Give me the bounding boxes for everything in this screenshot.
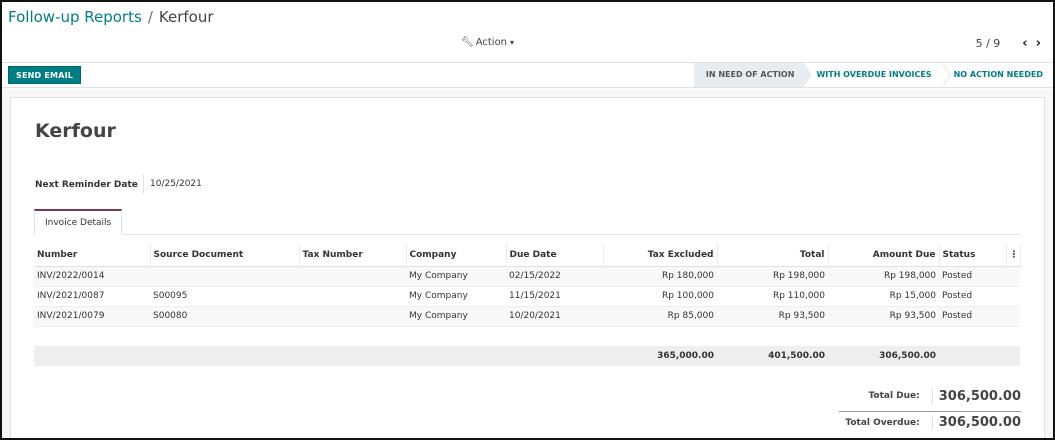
invoice-table: Number Source Document Tax Number Compan…: [34, 244, 1021, 366]
pager: 5 / 9 ‹ ›: [976, 36, 1041, 51]
pager-previous-button[interactable]: ‹: [1022, 36, 1027, 51]
cell-tax-number: [299, 286, 406, 307]
control-panel: Follow-up Reports / Kerfour 🔧︎ Action ▾ 5 / …: [2, 2, 1053, 62]
table-row[interactable]: INV/2021/0087 S00095 My Company 11/15/20…: [34, 286, 1020, 307]
total-due-label: Total Due:: [868, 391, 920, 401]
breadcrumb-parent-link[interactable]: Follow-up Reports: [8, 8, 142, 26]
table-spacer-row: [34, 326, 1020, 346]
cell-total: Rp 110,000: [717, 286, 828, 307]
cell-source-document: [150, 266, 299, 287]
footer-total-sum: 401,500.00: [717, 346, 828, 366]
cell-due-date: 02/15/2022: [506, 266, 603, 287]
cell-amount-due: Rp 15,000: [828, 286, 939, 307]
cell-source-document: S00080: [150, 306, 299, 327]
column-header-total[interactable]: Total: [717, 244, 829, 267]
pager-value[interactable]: 5 / 9: [976, 37, 1001, 50]
cell-status: Posted: [939, 266, 1006, 287]
footer-cell-empty: [1006, 346, 1020, 366]
table-row[interactable]: INV/2021/0079 S00080 My Company 10/20/20…: [34, 306, 1020, 327]
cell-number: INV/2022/0014: [34, 266, 150, 287]
cell-due-date: 11/15/2021: [506, 286, 603, 307]
cell-amount-due: Rp 198,000: [828, 266, 939, 287]
footer-cell-empty: [150, 346, 299, 366]
cell-status: Posted: [939, 306, 1006, 327]
column-header-status[interactable]: Status: [939, 244, 1007, 267]
action-menu-label: Action: [475, 37, 508, 48]
stage-no-action-needed[interactable]: NO ACTION NEEDED: [942, 63, 1053, 87]
stage-in-need-of-action[interactable]: IN NEED OF ACTION: [693, 63, 813, 87]
footer-tax-excluded-sum: 365,000.00: [603, 346, 717, 366]
cell-tax-excluded: Rp 180,000: [603, 266, 717, 287]
total-due-row: Total Due: 306,500.00: [831, 385, 1021, 407]
footer-cell-empty: [939, 346, 1006, 366]
stage-arrow: [941, 63, 950, 87]
cell-company: My Company: [406, 266, 506, 287]
breadcrumb: Follow-up Reports / Kerfour: [8, 8, 214, 26]
stage-arrow: [804, 63, 813, 87]
footer-cell-empty: [34, 346, 150, 366]
column-options-icon[interactable]: ⋮: [1006, 244, 1021, 267]
footer-cell-empty: [299, 346, 406, 366]
cell-amount-due: Rp 93,500: [828, 306, 939, 327]
next-reminder-date-label: Next Reminder Date: [35, 180, 138, 190]
table-footer-row: 365,000.00 401,500.00 306,500.00: [34, 346, 1020, 366]
stage-label: WITH OVERDUE INVOICES: [816, 70, 932, 79]
notebook-tabs: Invoice Details: [33, 209, 1020, 235]
spacer-cell: [34, 326, 1020, 346]
cell-tax-excluded: Rp 85,000: [603, 306, 717, 327]
stage-label: NO ACTION NEEDED: [953, 70, 1043, 79]
column-header-tax-excluded[interactable]: Tax Excluded: [603, 244, 718, 267]
cell-empty: [1006, 266, 1020, 287]
app-window: Follow-up Reports / Kerfour 🔧︎ Action ▾ 5 / …: [0, 0, 1055, 440]
column-header-tax-number[interactable]: Tax Number: [299, 244, 407, 267]
cell-total: Rp 198,000: [717, 266, 828, 287]
breadcrumb-current: Kerfour: [158, 8, 214, 26]
column-header-company[interactable]: Company: [406, 244, 507, 267]
total-overdue-row: Total Overdue: 306,500.00: [839, 411, 1021, 433]
cell-empty: [1006, 286, 1020, 307]
pager-next-button[interactable]: ›: [1036, 36, 1041, 51]
cell-tax-excluded: Rp 100,000: [603, 286, 717, 307]
tab-invoice-details[interactable]: Invoice Details: [34, 209, 123, 235]
totals-block: Total Due: 306,500.00 Total Overdue: 306…: [831, 385, 1021, 433]
table-row[interactable]: INV/2022/0014 My Company 02/15/2022 Rp 1…: [34, 266, 1020, 287]
cell-empty: [1006, 306, 1020, 327]
footer-cell-empty: [406, 346, 506, 366]
cell-source-document: S00095: [150, 286, 299, 307]
column-header-source-document[interactable]: Source Document: [150, 244, 300, 267]
status-bar: SEND EMAIL IN NEED OF ACTION WITH OVERDU…: [2, 62, 1053, 88]
cell-status: Posted: [939, 286, 1006, 307]
cell-number: INV/2021/0087: [34, 286, 150, 307]
caret-down-icon: ▾: [510, 38, 515, 47]
cell-company: My Company: [406, 306, 506, 327]
column-header-amount-due[interactable]: Amount Due: [828, 244, 940, 267]
stage-label: IN NEED OF ACTION: [705, 70, 795, 79]
cell-tax-number: [299, 266, 406, 287]
next-reminder-date-field[interactable]: 10/25/2021: [143, 174, 202, 194]
table-header-row: Number Source Document Tax Number Compan…: [34, 244, 1021, 267]
partner-name-title: Kerfour: [35, 120, 116, 142]
action-menu-button[interactable]: 🔧︎ Action ▾: [461, 37, 514, 48]
column-header-due-date[interactable]: Due Date: [506, 244, 604, 267]
wrench-icon: 🔧︎: [461, 37, 474, 48]
form-sheet: Kerfour Next Reminder Date 10/25/2021 In…: [10, 97, 1045, 438]
total-overdue-value: 306,500.00: [931, 415, 1021, 430]
total-due-value: 306,500.00: [931, 388, 1021, 404]
breadcrumb-separator: /: [147, 8, 153, 26]
cell-due-date: 10/20/2021: [506, 306, 603, 327]
cell-number: INV/2021/0079: [34, 306, 150, 327]
footer-amount-due-sum: 306,500.00: [828, 346, 939, 366]
stage-with-overdue-invoices[interactable]: WITH OVERDUE INVOICES: [804, 63, 951, 87]
send-email-button[interactable]: SEND EMAIL: [8, 66, 82, 84]
cell-total: Rp 93,500: [717, 306, 828, 327]
cell-company: My Company: [406, 286, 506, 307]
cell-tax-number: [299, 306, 406, 327]
footer-cell-empty: [506, 346, 603, 366]
stage-pipeline: IN NEED OF ACTION WITH OVERDUE INVOICES …: [693, 63, 1053, 87]
column-header-number[interactable]: Number: [34, 244, 151, 267]
total-overdue-label: Total Overdue:: [845, 417, 920, 428]
